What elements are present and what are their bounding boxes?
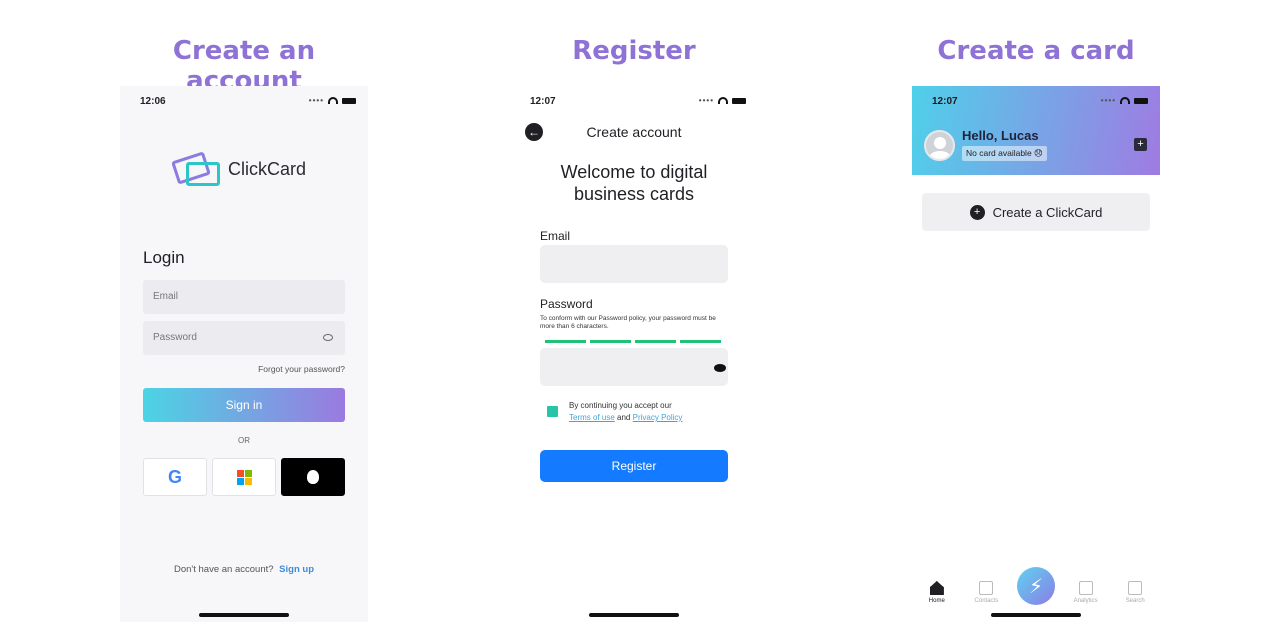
home-indicator [991,613,1081,617]
password-input[interactable]: Password [143,321,345,355]
brand-logo: ClickCard [170,148,306,190]
analytics-icon [1078,581,1093,595]
status-time: 12:06 [140,96,166,107]
terms-prefix: By continuing you accept our [569,401,672,410]
or-divider: OR [238,436,250,445]
wifi-icon [718,97,728,104]
apple-icon [307,470,319,484]
sign-up-link[interactable]: Sign up [279,564,314,575]
strength-segment [635,340,676,343]
google-icon: G [167,466,182,487]
tab-contacts[interactable]: Contacts [966,581,1006,604]
welcome-heading: Welcome to digital business cards [560,162,708,204]
home-indicator [199,613,289,617]
lightning-action-button[interactable]: ⚡ [1017,567,1055,605]
battery-icon [1134,97,1148,104]
privacy-policy-link[interactable]: Privacy Policy [633,413,683,422]
tab-home[interactable]: Home [917,581,957,604]
strength-segment [680,340,721,343]
google-sign-in-button[interactable]: G [143,458,207,496]
strength-segment [545,340,586,343]
page-title: Create account [586,124,682,140]
apple-sign-in-button[interactable] [281,458,345,496]
password-policy-text: To conform with our Password policy, you… [540,315,716,330]
battery-icon [732,97,746,104]
password-placeholder: Password [153,332,197,343]
signal-icon: •••• [698,96,714,105]
microsoft-icon [236,469,252,485]
wifi-icon [328,97,338,104]
terms-and: and [617,413,631,422]
status-time: 12:07 [530,96,556,107]
signal-icon: •••• [1100,96,1116,105]
sign-in-button[interactable]: Sign in [143,388,345,422]
no-card-badge: No card available 😞 [962,146,1047,161]
brand-name: ClickCard [228,158,307,179]
password-label: Password [540,297,593,311]
status-bar: 12:06 •••• [120,86,368,116]
wifi-icon [1120,97,1130,104]
search-icon [1128,581,1143,595]
contacts-icon [979,581,994,595]
status-bar: 12:07 •••• [912,86,1160,116]
forgot-password-link[interactable]: Forgot your password? [258,364,345,374]
register-button[interactable]: Register [540,450,728,482]
terms-checkbox[interactable] [547,406,558,417]
register-screen: 12:07 •••• ← Create account Welcome to d… [520,86,748,622]
panel-title-register: Register [572,36,696,66]
password-field[interactable] [540,348,728,386]
strength-segment [590,340,631,343]
home-screen: 12:07 •••• Hello, Lucas No card availabl… [912,86,1160,622]
status-bar: 12:07 •••• [520,86,748,116]
home-icon [929,581,944,595]
login-screen: 12:06 •••• ClickCard Login Email Passwor… [120,86,368,622]
eye-icon[interactable] [714,364,726,372]
lightning-icon: ⚡ [1028,575,1044,598]
cards-logo-icon [170,148,224,190]
home-indicator [589,613,679,617]
email-label: Email [540,229,571,243]
battery-icon [342,97,356,104]
email-placeholder: Email [153,291,179,302]
email-input[interactable]: Email [143,280,345,314]
tab-search[interactable]: Search [1115,581,1155,604]
email-field[interactable] [540,245,728,283]
create-clickcard-button[interactable]: + Create a ClickCard [922,193,1150,231]
no-account-text: Don't have an account? [174,564,274,575]
add-card-icon[interactable]: + [1134,138,1147,151]
avatar[interactable] [924,130,955,161]
password-strength-meter [545,340,721,343]
eye-icon[interactable] [323,334,333,341]
signal-icon: •••• [308,96,324,105]
sign-up-row: Don't have an account? Sign up [120,564,368,575]
create-button-label: Create a ClickCard [992,204,1103,220]
status-time: 12:07 [932,96,958,107]
login-heading: Login [143,248,185,267]
greeting-text: Hello, Lucas [962,128,1039,143]
terms-text: By continuing you accept our Terms of us… [569,400,682,424]
tab-analytics[interactable]: Analytics [1066,581,1106,604]
panel-title-create-card: Create a card [937,36,1135,66]
plus-circle-icon: + [969,204,985,220]
terms-of-use-link[interactable]: Terms of use [569,413,615,422]
microsoft-sign-in-button[interactable] [212,458,276,496]
